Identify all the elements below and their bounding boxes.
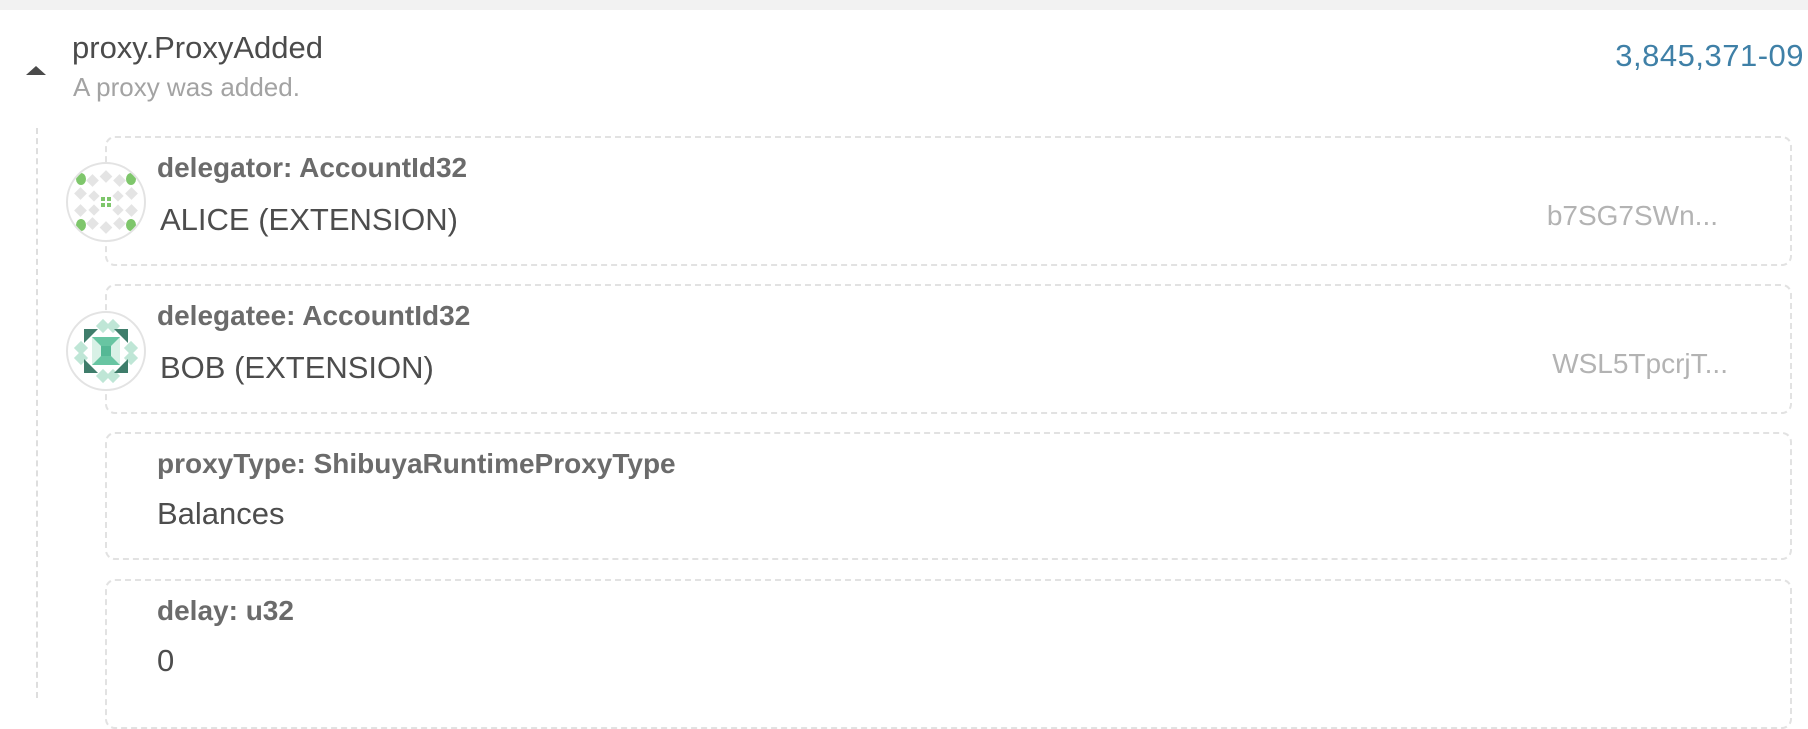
param-label: proxyType: ShibuyaRuntimeProxyType — [157, 448, 676, 479]
param-label: delegator: AccountId32 — [157, 152, 468, 183]
account-name[interactable]: ALICE (EXTENSION) — [160, 202, 458, 238]
param-delegatee: delegatee: AccountId32 BOB (EXTENSION) W… — [105, 284, 1792, 414]
collapse-toggle-button[interactable] — [22, 54, 50, 78]
identicon-bob-icon[interactable] — [66, 311, 146, 391]
account-address[interactable]: WSL5TpcrjT... — [1552, 348, 1728, 380]
event-block-link[interactable]: 3,845,371-09 — [1615, 38, 1804, 74]
chevron-up-icon — [26, 66, 46, 75]
param-label: delay: u32 — [157, 595, 294, 626]
event-title: proxy.ProxyAdded — [72, 30, 323, 65]
param-value: Balances — [157, 496, 285, 531]
account-address[interactable]: b7SG7SWn... — [1547, 200, 1718, 232]
param-proxy-type: proxyType: ShibuyaRuntimeProxyType Balan… — [105, 432, 1792, 560]
param-value: 0 — [157, 643, 175, 678]
identicon-alice-icon[interactable] — [66, 162, 146, 242]
account-name[interactable]: BOB (EXTENSION) — [160, 350, 434, 386]
param-delegator: delegator: AccountId32 ALICE (EXTENSION)… — [105, 136, 1792, 266]
param-label: delegatee: AccountId32 — [157, 300, 471, 331]
event-header: proxy.ProxyAdded A proxy was added. 3,84… — [0, 10, 1808, 110]
event-description: A proxy was added. — [73, 72, 300, 102]
param-delay: delay: u32 0 — [105, 579, 1792, 729]
top-divider — [0, 0, 1808, 10]
tree-connector — [36, 128, 38, 698]
